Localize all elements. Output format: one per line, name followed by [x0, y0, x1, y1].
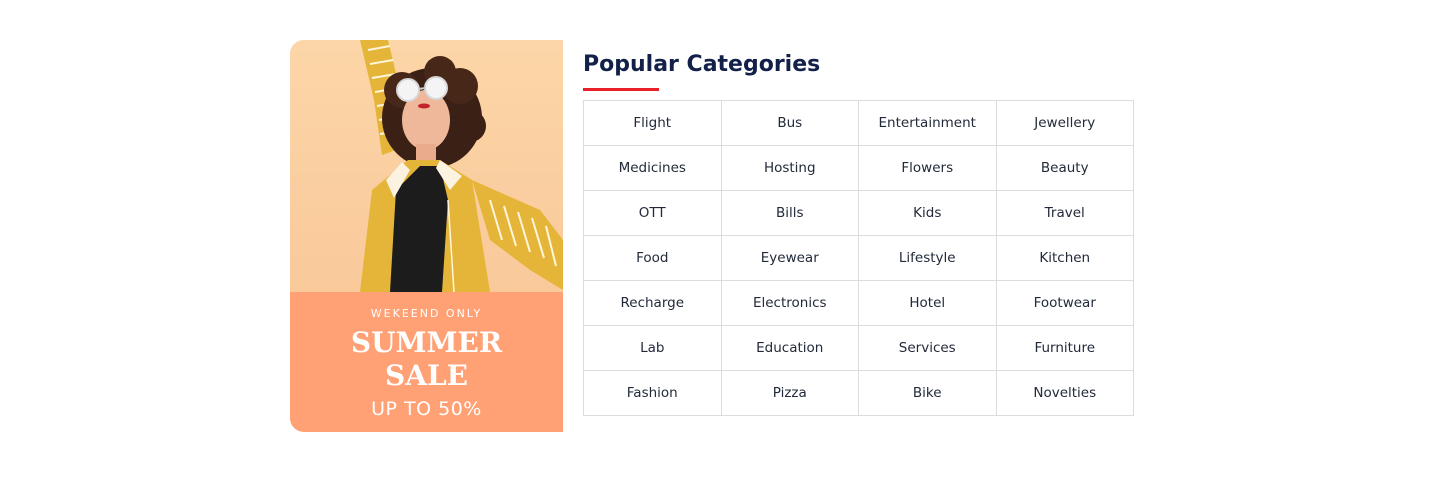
- model-photo: [290, 40, 563, 292]
- promo-headline: SUMMER SALE: [350, 326, 503, 392]
- category-link-flowers[interactable]: Flowers: [859, 146, 997, 191]
- category-link-bills[interactable]: Bills: [721, 191, 859, 236]
- summer-sale-banner[interactable]: WEKEEND ONLY SUMMER SALE UP TO 50%: [290, 40, 563, 432]
- category-link-travel[interactable]: Travel: [996, 191, 1134, 236]
- promo-kicker: WEKEEND ONLY: [370, 307, 483, 320]
- category-grid: Flight Bus Entertainment Jewellery Medicines…: [583, 100, 1134, 416]
- category-link-kitchen[interactable]: Kitchen: [996, 236, 1134, 281]
- category-link-flight[interactable]: Flight: [584, 101, 722, 146]
- title-underline: [583, 88, 659, 91]
- category-link-eyewear[interactable]: Eyewear: [721, 236, 859, 281]
- category-link-food[interactable]: Food: [584, 236, 722, 281]
- category-link-lab[interactable]: Lab: [584, 326, 722, 371]
- category-link-ott[interactable]: OTT: [584, 191, 722, 236]
- category-link-electronics[interactable]: Electronics: [721, 281, 859, 326]
- category-link-education[interactable]: Education: [721, 326, 859, 371]
- category-link-bike[interactable]: Bike: [859, 371, 997, 416]
- category-link-hotel[interactable]: Hotel: [859, 281, 997, 326]
- section-title: Popular Categories: [583, 52, 821, 77]
- category-link-kids[interactable]: Kids: [859, 191, 997, 236]
- page: WEKEEND ONLY SUMMER SALE UP TO 50% Popul…: [0, 0, 1440, 496]
- category-link-bus[interactable]: Bus: [721, 101, 859, 146]
- category-link-medicines[interactable]: Medicines: [584, 146, 722, 191]
- category-link-pizza[interactable]: Pizza: [721, 371, 859, 416]
- category-link-jewellery[interactable]: Jewellery: [996, 101, 1134, 146]
- promo-discount: UP TO 50%: [371, 398, 482, 420]
- category-link-services[interactable]: Services: [859, 326, 997, 371]
- category-link-novelties[interactable]: Novelties: [996, 371, 1134, 416]
- category-link-recharge[interactable]: Recharge: [584, 281, 722, 326]
- category-link-lifestyle[interactable]: Lifestyle: [859, 236, 997, 281]
- category-link-hosting[interactable]: Hosting: [721, 146, 859, 191]
- category-link-fashion[interactable]: Fashion: [584, 371, 722, 416]
- category-link-furniture[interactable]: Furniture: [996, 326, 1134, 371]
- category-link-footwear[interactable]: Footwear: [996, 281, 1134, 326]
- promo-caption: WEKEEND ONLY SUMMER SALE UP TO 50%: [290, 292, 563, 432]
- category-link-beauty[interactable]: Beauty: [996, 146, 1134, 191]
- category-link-entertainment[interactable]: Entertainment: [859, 101, 997, 146]
